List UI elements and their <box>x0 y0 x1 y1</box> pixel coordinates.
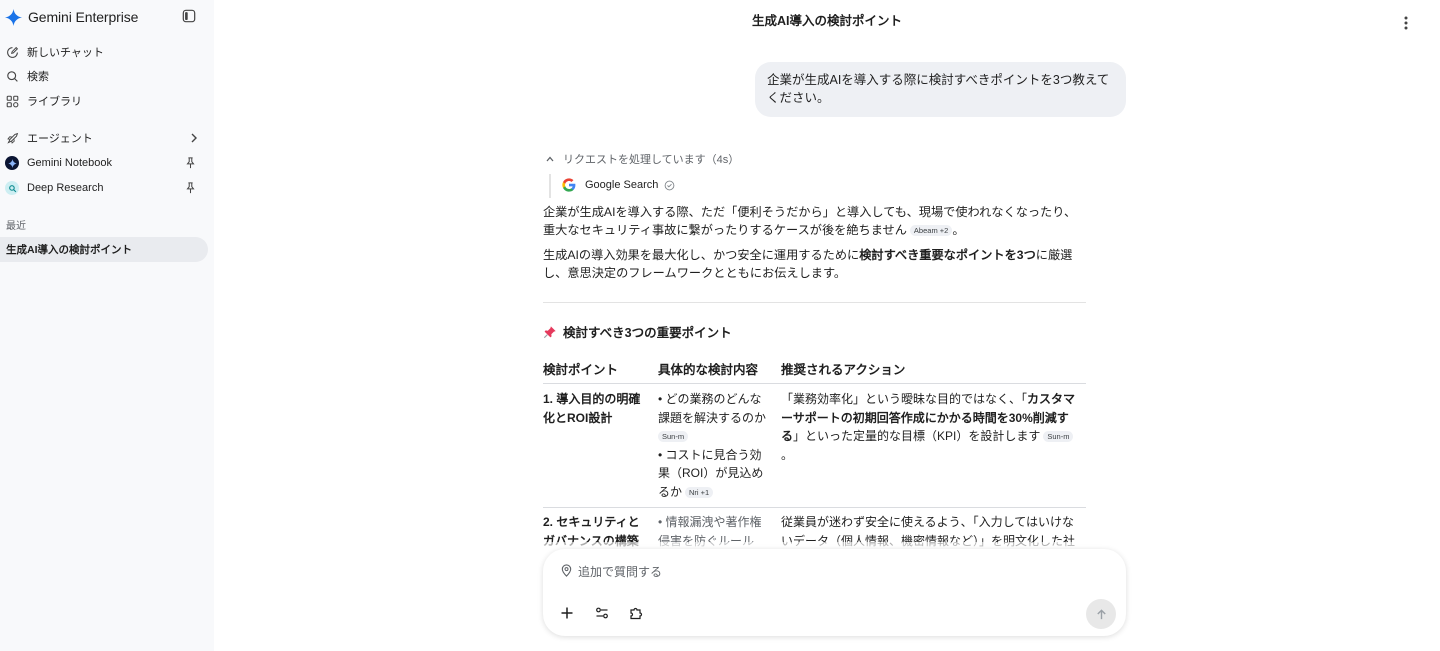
recent-chat-item[interactable]: 生成AI導入の検討ポイント <box>0 237 208 262</box>
content-text: • どの業務のどんな課題を解決するのか <box>658 392 767 425</box>
user-message-bubble: 企業が生成AIを導入する際に検討すべきポイントを3つ教えてください。 <box>755 62 1126 117</box>
tune-icon[interactable] <box>595 606 609 620</box>
sidebar-item-label: エージェント <box>27 133 93 145</box>
deep-research-avatar-icon <box>5 181 19 195</box>
source-label: Google Search <box>585 179 659 191</box>
paragraph-text: 企業が生成AIを導入する際、ただ「便利そうだから」と導入しても、現場で使われなく… <box>543 205 1077 237</box>
brand[interactable]: Gemini Enterprise <box>5 7 138 27</box>
thinking-status-text: リクエストを処理しています（4s） <box>563 154 740 166</box>
response-paragraph-1: 企業が生成AIを導入する際、ただ「便利そうだから」と導入しても、現場で使われなく… <box>543 203 1088 239</box>
section-heading-text: 検討すべき3つの重要ポイント <box>563 326 732 340</box>
prompt-input[interactable]: 追加で質問する <box>578 563 662 580</box>
action-text: 「業務効率化」という曖昧な目的ではなく、「 <box>781 392 1028 406</box>
section-divider <box>543 302 1086 303</box>
library-icon <box>5 94 19 108</box>
table-header: 検討ポイント <box>543 363 619 377</box>
paragraph-text: 生成AIの導入効果を最大化し、かつ安全に運用するために <box>543 248 860 262</box>
location-pin-icon <box>561 564 572 577</box>
sidebar-item-search[interactable]: 検索 <box>5 66 49 86</box>
table-header: 推奨されるアクション <box>781 363 906 377</box>
chevron-up-icon <box>546 156 554 162</box>
gemini-notebook-avatar-icon <box>5 156 19 170</box>
recent-chat-label: 生成AI導入の検討ポイント <box>6 244 132 256</box>
agent-label: Deep Research <box>27 182 104 194</box>
agent-gemini-notebook[interactable]: Gemini Notebook <box>5 153 112 173</box>
paragraph-end: 。 <box>952 223 965 237</box>
rocket-icon <box>5 131 19 145</box>
sidebar-toggle-icon[interactable] <box>182 9 196 23</box>
arrow-up-icon <box>1096 608 1106 619</box>
new-chat-icon <box>5 45 19 59</box>
pushpin-icon <box>543 325 556 338</box>
citation-chip[interactable]: Sun-m <box>658 431 689 442</box>
more-vert-icon[interactable] <box>1400 15 1412 31</box>
sidebar-item-label: ライブラリ <box>27 96 82 108</box>
thinking-status[interactable]: リクエストを処理しています（4s） <box>545 151 739 167</box>
sidebar-item-new-chat[interactable]: 新しいチャット <box>5 42 104 62</box>
citation-chip[interactable]: Sun-m <box>1043 431 1074 442</box>
table-cell-point: 1. 導入目的の明確化とROI設計 <box>543 392 641 425</box>
response-paragraph-2: 生成AIの導入効果を最大化し、かつ安全に運用するために検討すべき重要なポイントを… <box>543 246 1088 282</box>
table-cell-content: • どの業務のどんな課題を解決するのか Sun-m • コストに見合う効果（ROI… <box>658 390 772 501</box>
agent-label: Gemini Notebook <box>27 157 112 169</box>
sidebar-item-label: 検索 <box>27 71 49 83</box>
app-name: Gemini Enterprise <box>28 9 139 25</box>
section-heading: 検討すべき3つの重要ポイント <box>543 322 732 341</box>
user-message-text: 企業が生成AIを導入する際に検討すべきポイントを3つ教えてください。 <box>767 73 1110 105</box>
source-google-search[interactable]: Google Search <box>561 177 675 193</box>
google-g-icon <box>562 178 576 192</box>
send-button[interactable] <box>1086 599 1116 629</box>
extension-icon[interactable] <box>629 606 643 620</box>
check-circle-icon <box>665 180 675 190</box>
chevron-right-icon[interactable] <box>188 132 200 144</box>
page-title: 生成AI導入の検討ポイント <box>751 14 902 28</box>
citation-chip[interactable]: Nri +1 <box>685 486 714 498</box>
sidebar: Gemini Enterprise 新しいチャット 検索 ライブラリ エージェン… <box>0 0 214 651</box>
pin-icon[interactable] <box>185 157 196 169</box>
prompt-box[interactable]: 追加で質問する <box>543 549 1126 636</box>
table-rule <box>543 507 1086 508</box>
sidebar-item-agents[interactable]: エージェント <box>5 128 93 148</box>
citation-chip[interactable]: Abeam +2 <box>909 225 953 236</box>
action-end: 。 <box>781 447 794 462</box>
sidebar-item-label: 新しいチャット <box>27 47 104 59</box>
sidebar-item-library[interactable]: ライブラリ <box>5 91 82 111</box>
recent-section-label: 最近 <box>6 221 26 232</box>
table-header: 具体的な検討内容 <box>658 363 759 377</box>
pin-icon[interactable] <box>185 182 196 194</box>
table-rule <box>543 383 1086 384</box>
paragraph-emphasis: 検討すべき重要なポイントを3つ <box>859 248 1036 262</box>
action-text: 」といった定量的な目標（KPI）を設計します <box>793 429 1041 443</box>
agent-deep-research[interactable]: Deep Research <box>5 178 103 198</box>
search-icon <box>5 69 19 83</box>
source-divider <box>549 174 551 198</box>
table-cell-action: 「業務効率化」という曖昧な目的ではなく、「カスタマーサポートの初期回答作成にかか… <box>781 390 1083 464</box>
add-icon[interactable] <box>560 606 574 620</box>
gemini-sparkle-icon <box>5 8 22 26</box>
